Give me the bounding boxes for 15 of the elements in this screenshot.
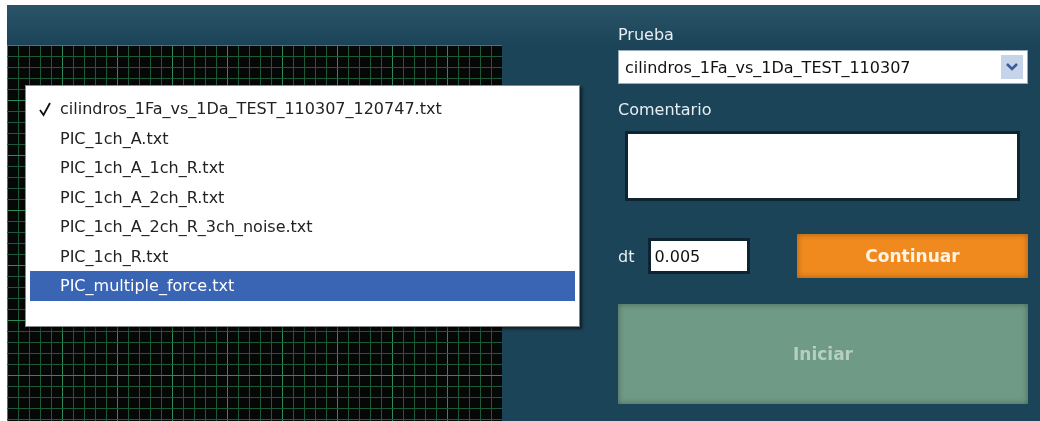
menu-item[interactable]: PIC_1ch_A.txt (30, 123, 575, 153)
menu-item[interactable]: PIC_1ch_A_2ch_R.txt (30, 182, 575, 212)
comment-field[interactable] (625, 131, 1020, 201)
menu-item[interactable]: cilindros_1Fa_vs_1Da_TEST_110307_120747.txt (30, 94, 575, 124)
menu-item[interactable]: PIC_1ch_R.txt (30, 241, 575, 271)
field-label: Comentario (618, 100, 713, 119)
field-label: dt (618, 246, 635, 266)
chevron-down-icon (1001, 55, 1023, 79)
test-dropdown[interactable]: cilindros_1Fa_vs_1Da_TEST_110307 (618, 50, 1028, 84)
field-label: Prueba (618, 25, 675, 44)
checkmark-icon (39, 100, 51, 117)
dt-field[interactable]: 0.005 (648, 238, 751, 274)
menu-item[interactable]: PIC_1ch_A_2ch_R_3ch_noise.txt (30, 212, 575, 242)
menu-item[interactable]: PIC_multiple_force.txt (30, 271, 575, 301)
menu-item[interactable]: PIC_1ch_A_1ch_R.txt (30, 153, 575, 183)
